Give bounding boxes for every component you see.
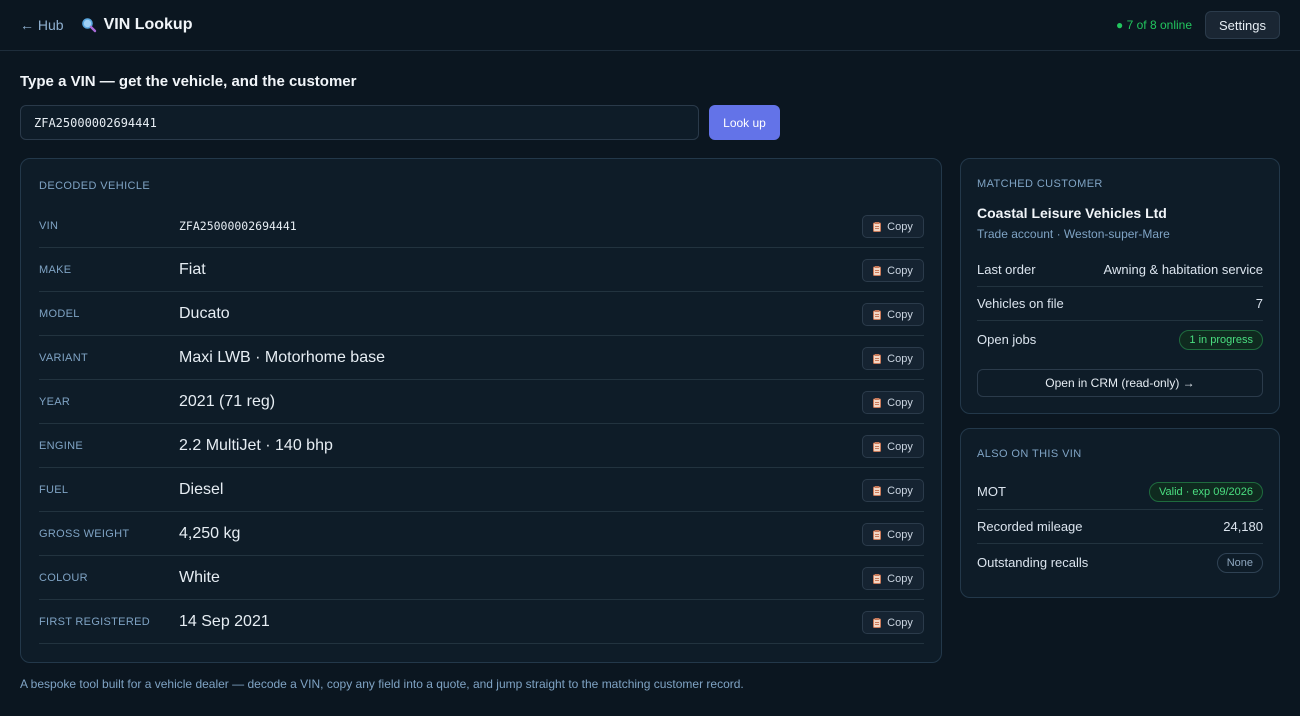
copy-make-button[interactable]: Copy <box>862 259 924 282</box>
copy-fuel-button[interactable]: Copy <box>862 479 924 502</box>
decoded-vehicle-card: Decoded vehicle VIN ZFA25000002694441 Co… <box>20 158 942 663</box>
vehicle-row-fuel: Fuel Diesel Copy <box>39 468 924 512</box>
recalls-badge: None <box>1216 553 1263 573</box>
matched-customer-title: Matched customer <box>977 178 1103 190</box>
customer-row-last-order: Last order Awning & habitation service <box>977 253 1263 287</box>
clipboard-icon <box>873 397 882 408</box>
copy-variant-button[interactable]: Copy <box>862 347 924 370</box>
decoded-vehicle-title: Decoded vehicle <box>39 180 151 192</box>
look-up-button[interactable]: Look up <box>709 105 780 140</box>
customer-row-open-jobs: Open jobs 1 in progress <box>977 321 1263 359</box>
app-title: VIN Lookup <box>81 16 193 34</box>
customer-subtitle: Trade account · Weston-super-Mare <box>977 227 1170 241</box>
vehicle-field-label: First registered <box>39 616 150 628</box>
clipboard-icon <box>873 309 882 320</box>
clipboard-icon <box>873 485 882 496</box>
customer-name: Coastal Leisure Vehicles Ltd <box>977 205 1167 221</box>
vehicle-field-label: VIN <box>39 220 59 232</box>
vin-input[interactable] <box>20 105 699 140</box>
vehicle-field-label: Colour <box>39 572 88 584</box>
vehicle-row-model: Model Ducato Copy <box>39 292 924 336</box>
vehicle-row-colour: Colour White Copy <box>39 556 924 600</box>
copy-first-registered-button[interactable]: Copy <box>862 611 924 634</box>
also-row-recalls: Outstanding recalls None <box>977 544 1263 582</box>
also-on-vin-card: Also on this VIN MOT Valid · exp 09/2026… <box>960 428 1280 598</box>
vehicle-field-label: Engine <box>39 440 83 452</box>
vehicle-field-value: 4,250 kg <box>179 525 241 542</box>
vehicle-field-label: Fuel <box>39 484 69 496</box>
vehicle-field-label: Model <box>39 308 80 320</box>
clipboard-icon <box>873 441 882 452</box>
app-title-text: VIN Lookup <box>103 16 193 33</box>
vehicle-field-value: Ducato <box>179 305 230 322</box>
vehicle-field-value: Fiat <box>179 261 206 278</box>
copy-gross-weight-button[interactable]: Copy <box>862 523 924 546</box>
copy-model-button[interactable]: Copy <box>862 303 924 326</box>
vehicle-field-value: Diesel <box>179 481 224 498</box>
vehicle-row-year: Year 2021 (71 reg) Copy <box>39 380 924 424</box>
clipboard-icon <box>873 573 882 584</box>
vehicle-row-vin: VIN ZFA25000002694441 Copy <box>39 204 924 248</box>
vehicle-field-label: Make <box>39 264 72 276</box>
vehicle-row-make: Make Fiat Copy <box>39 248 924 292</box>
clipboard-icon <box>873 529 882 540</box>
vehicle-field-label: Gross weight <box>39 528 130 540</box>
vehicle-row-gross-weight: Gross weight 4,250 kg Copy <box>39 512 924 556</box>
footer-note: A bespoke tool built for a vehicle deale… <box>20 677 744 691</box>
also-row-mileage: Recorded mileage 24,180 <box>977 510 1263 544</box>
vehicle-field-value: 2021 (71 reg) <box>179 393 276 410</box>
vehicle-row-variant: Variant Maxi LWB · Motorhome base Copy <box>39 336 924 380</box>
copy-vin-button[interactable]: Copy <box>862 215 924 238</box>
clipboard-icon <box>873 353 882 364</box>
back-to-hub-link[interactable]: ← Hub <box>20 17 64 33</box>
copy-colour-button[interactable]: Copy <box>862 567 924 590</box>
open-in-crm-button[interactable]: Open in CRM (read-only) → <box>977 369 1263 397</box>
vehicle-field-value: 14 Sep 2021 <box>179 613 270 630</box>
vehicle-row-first-registered: First registered 14 Sep 2021 Copy <box>39 600 924 644</box>
vehicles-on-file-value: 7 <box>1255 296 1263 311</box>
settings-button[interactable]: Settings <box>1205 11 1280 39</box>
vehicle-field-value: 2.2 MultiJet · 140 bhp <box>179 437 333 454</box>
open-jobs-badge: 1 in progress <box>1179 330 1263 350</box>
vehicle-field-value: White <box>179 569 220 586</box>
matched-customer-card: Matched customer Coastal Leisure Vehicle… <box>960 158 1280 414</box>
also-on-vin-title: Also on this VIN <box>977 448 1082 460</box>
copy-engine-button[interactable]: Copy <box>862 435 924 458</box>
magnifier-icon <box>81 17 97 33</box>
top-bar: ← Hub VIN Lookup ● 7 of 8 online Setting… <box>0 0 1300 51</box>
vehicle-row-engine: Engine 2.2 MultiJet · 140 bhp Copy <box>39 424 924 468</box>
mot-status-badge: Valid · exp 09/2026 <box>1149 482 1263 502</box>
vehicle-field-value: ZFA25000002694441 <box>179 219 297 233</box>
vehicle-field-label: Variant <box>39 352 88 364</box>
page-heading: Type a VIN — get the vehicle, and the cu… <box>20 73 357 90</box>
clipboard-icon <box>873 617 882 628</box>
customer-row-vehicles: Vehicles on file 7 <box>977 287 1263 321</box>
copy-year-button[interactable]: Copy <box>862 391 924 414</box>
clipboard-icon <box>873 265 882 276</box>
vehicle-field-label: Year <box>39 396 71 408</box>
also-row-mot: MOT Valid · exp 09/2026 <box>977 474 1263 510</box>
online-status: ● 7 of 8 online <box>1116 18 1193 32</box>
clipboard-icon <box>873 221 882 232</box>
vehicle-field-value: Maxi LWB · Motorhome base <box>179 349 385 366</box>
last-order-value: Awning & habitation service <box>1103 262 1263 277</box>
recorded-mileage-value: 24,180 <box>1223 519 1263 534</box>
